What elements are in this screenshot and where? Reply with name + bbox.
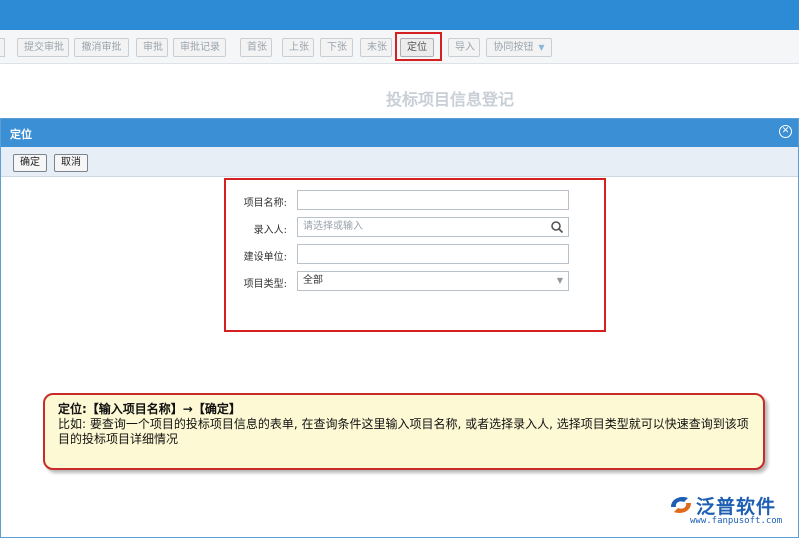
app-header-bar — [0, 0, 799, 30]
callout-title: 定位:【输入项目名称】→【确定】 — [58, 402, 241, 416]
brand-logo-icon — [671, 497, 691, 513]
next-record-button[interactable]: 下张 — [320, 38, 353, 57]
cancel-button[interactable]: 取消 — [54, 154, 88, 172]
approval-record-button[interactable]: 审批记录 — [173, 38, 226, 57]
import-button[interactable]: 导入 — [448, 38, 480, 57]
confirm-button[interactable]: 确定 — [13, 154, 47, 172]
highlight-box-form — [224, 178, 606, 332]
toolbar-button-partial[interactable] — [0, 38, 5, 57]
callout-body: 比如: 要查询一个项目的投标项目信息的表单, 在查询条件这里输入项目名称, 或者… — [58, 417, 749, 446]
submit-approval-button[interactable]: 提交审批 — [17, 38, 69, 57]
instruction-callout: 定位:【输入项目名称】→【确定】 比如: 要查询一个项目的投标项目信息的表单, … — [43, 393, 765, 470]
dialog-action-bar: 确定 取消 — [1, 147, 798, 177]
previous-record-button[interactable]: 上张 — [282, 38, 314, 57]
last-record-button[interactable]: 末张 — [360, 38, 392, 57]
brand-url: www.fanpusoft.com — [690, 516, 783, 526]
chevron-down-icon: ▼ — [538, 43, 545, 52]
dialog-title: 定位 — [10, 128, 32, 141]
highlight-box-locate — [395, 32, 442, 61]
close-icon[interactable]: ✕ — [779, 125, 792, 138]
collaboration-button[interactable]: 协同按钮 ▼ — [486, 38, 552, 57]
brand-logo: 泛普软件 www.fanpusoft.com — [668, 492, 794, 534]
brand-name: 泛普软件 — [696, 496, 777, 518]
cancel-approval-button[interactable]: 撤消审批 — [74, 38, 129, 57]
collaboration-button-label: 协同按钮 — [493, 42, 534, 53]
approve-button[interactable]: 审批 — [136, 38, 168, 57]
dialog-header: 定位 ✕ — [1, 119, 798, 147]
page-title: 投标项目信息登记 — [385, 90, 514, 109]
first-record-button[interactable]: 首张 — [240, 38, 272, 57]
